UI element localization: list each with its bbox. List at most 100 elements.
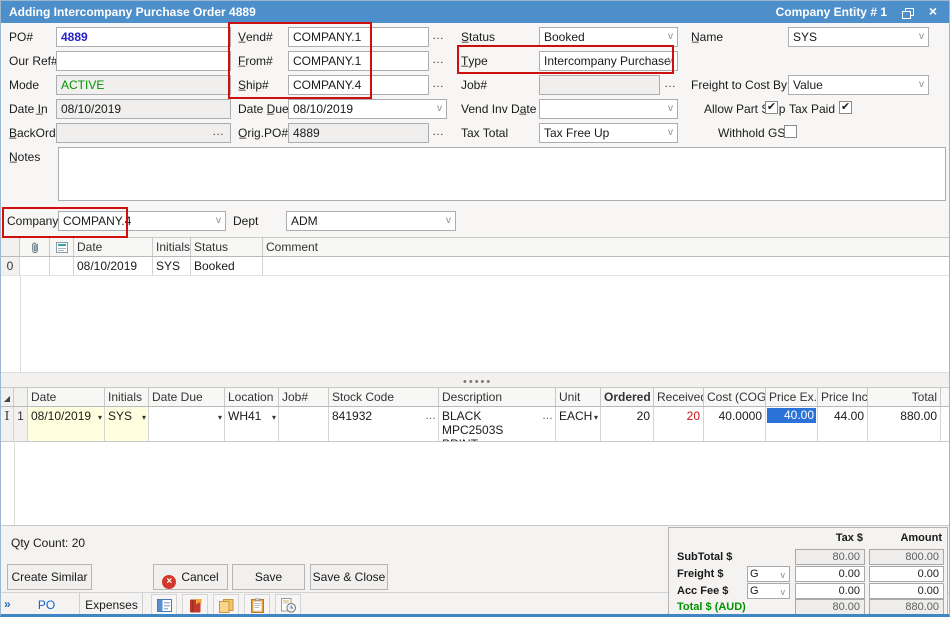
item-initials-cell[interactable]: SYS▾ bbox=[105, 407, 149, 441]
combo-arrow-icon[interactable]: ▾ bbox=[594, 411, 598, 425]
item-date-due-cell[interactable]: ▾ bbox=[149, 407, 225, 441]
combo-arrow-icon[interactable]: ▾ bbox=[98, 411, 102, 425]
ledger-button[interactable] bbox=[182, 594, 208, 616]
tax-total-dropdown[interactable]: Tax Free Up v bbox=[539, 123, 678, 143]
history-log-button[interactable] bbox=[275, 594, 301, 616]
item-total-cell[interactable]: 880.00 bbox=[868, 407, 941, 441]
save-close-button[interactable]: Save & Close bbox=[310, 564, 388, 590]
chevron-down-icon[interactable]: v bbox=[781, 585, 786, 599]
from-lookup-button[interactable]: … bbox=[429, 51, 447, 71]
item-description-cell[interactable]: BLACK MPC2503S PRINT CARTRIDGE… bbox=[439, 407, 556, 441]
status-grid-header-initials[interactable]: Initials bbox=[153, 238, 191, 256]
chevron-down-icon[interactable]: v bbox=[668, 102, 673, 116]
status-grid-row[interactable]: 0 08/10/2019 SYS Booked bbox=[1, 257, 949, 276]
item-received-cell[interactable]: 20 bbox=[654, 407, 704, 441]
combo-arrow-icon[interactable]: ▾ bbox=[272, 411, 276, 425]
status-row-comment[interactable] bbox=[263, 257, 949, 275]
our-ref-field[interactable] bbox=[56, 51, 231, 71]
items-header-received[interactable]: Received bbox=[654, 388, 704, 406]
items-grid-row[interactable]: I 1 08/10/2019▾ SYS▾ ▾ WH41▾ 841932… BLA… bbox=[1, 407, 949, 442]
selected-cell-value[interactable]: 40.00 bbox=[767, 408, 816, 423]
attachment-column-header[interactable] bbox=[20, 238, 50, 256]
job-lookup-button[interactable]: … bbox=[661, 75, 679, 95]
items-header-total[interactable]: Total bbox=[868, 388, 941, 406]
acc-fee-tax-field[interactable]: 0.00 bbox=[795, 583, 865, 599]
freight-cost-by-dropdown[interactable]: Value v bbox=[788, 75, 929, 95]
item-location-cell[interactable]: WH41▾ bbox=[225, 407, 279, 441]
notes-field[interactable] bbox=[58, 147, 946, 201]
chevron-down-icon[interactable]: v bbox=[446, 214, 451, 228]
items-header-cost[interactable]: Cost (COG) bbox=[704, 388, 766, 406]
status-row-date[interactable]: 08/10/2019 bbox=[74, 257, 153, 275]
item-price-ex-cell[interactable]: 40.00 bbox=[766, 407, 818, 441]
tab-po[interactable]: PO bbox=[14, 593, 80, 617]
clipboard-button[interactable] bbox=[244, 594, 270, 616]
status-dropdown[interactable]: Booked v bbox=[539, 27, 678, 47]
status-row-status[interactable]: Booked bbox=[191, 257, 263, 275]
freight-tax-field[interactable]: 0.00 bbox=[795, 566, 865, 582]
date-due-dropdown[interactable]: 08/10/2019 v bbox=[288, 99, 447, 119]
vend-field[interactable]: COMPANY.1 bbox=[288, 27, 429, 47]
name-dropdown[interactable]: SYS v bbox=[788, 27, 929, 47]
close-icon[interactable]: × bbox=[929, 3, 937, 19]
lookup-ellipsis-icon[interactable]: … bbox=[542, 409, 553, 423]
combo-arrow-icon[interactable]: ▾ bbox=[218, 411, 222, 425]
report-view-button[interactable] bbox=[151, 594, 177, 616]
from-field[interactable]: COMPANY.1 bbox=[288, 51, 429, 71]
chevron-down-icon[interactable]: v bbox=[919, 30, 924, 44]
allow-part-ship-checkbox[interactable]: ✔ bbox=[765, 101, 778, 114]
status-grid-header-comment[interactable]: Comment bbox=[263, 238, 949, 256]
items-header-price-ex[interactable]: Price Ex. bbox=[766, 388, 818, 406]
item-cost-cell[interactable]: 40.0000 bbox=[704, 407, 766, 441]
lookup-ellipsis-icon[interactable]: … bbox=[425, 409, 436, 423]
create-similar-button[interactable]: Create Similar bbox=[7, 564, 92, 590]
restore-icon[interactable] bbox=[902, 6, 915, 20]
company-dropdown[interactable]: COMPANY.4 v bbox=[58, 211, 226, 231]
items-header-price-inc[interactable]: Price Inc. bbox=[818, 388, 868, 406]
chevron-down-icon[interactable]: v bbox=[216, 214, 221, 228]
vend-lookup-button[interactable]: … bbox=[429, 27, 447, 47]
type-dropdown[interactable]: Intercompany Purchase v bbox=[539, 51, 678, 71]
chevron-down-icon[interactable]: v bbox=[781, 568, 786, 582]
backord-lookup-button[interactable]: … bbox=[209, 123, 227, 143]
tab-expenses[interactable]: Expenses bbox=[81, 593, 143, 617]
vend-inv-date-dropdown[interactable]: v bbox=[539, 99, 678, 119]
item-date-cell[interactable]: 08/10/2019▾ bbox=[28, 407, 105, 441]
status-row-initials[interactable]: SYS bbox=[153, 257, 191, 275]
job-field[interactable] bbox=[539, 75, 660, 95]
items-header-description[interactable]: Description bbox=[439, 388, 556, 406]
items-header-date-due[interactable]: Date Due bbox=[149, 388, 225, 406]
chevrons-right-icon[interactable]: » bbox=[4, 597, 11, 611]
copy-lines-button[interactable] bbox=[213, 594, 239, 616]
status-grid-header-status[interactable]: Status bbox=[191, 238, 263, 256]
acc-fee-tax-code-dropdown[interactable]: Gv bbox=[747, 583, 790, 599]
items-header-unit[interactable]: Unit bbox=[556, 388, 601, 406]
item-stock-code-cell[interactable]: 841932… bbox=[329, 407, 439, 441]
ship-field[interactable]: COMPANY.4 bbox=[288, 75, 429, 95]
withhold-gst-checkbox[interactable] bbox=[784, 125, 797, 138]
dept-dropdown[interactable]: ADM v bbox=[286, 211, 456, 231]
backord-field[interactable] bbox=[56, 123, 231, 143]
items-header-ordered[interactable]: Ordered bbox=[601, 388, 654, 406]
save-button[interactable]: Save bbox=[232, 564, 305, 590]
items-header-initials[interactable]: Initials bbox=[105, 388, 149, 406]
item-price-inc-cell[interactable]: 44.00 bbox=[818, 407, 868, 441]
combo-arrow-icon[interactable]: ▾ bbox=[142, 411, 146, 425]
items-header-stock-code[interactable]: Stock Code bbox=[329, 388, 439, 406]
orig-po-lookup-button[interactable]: … bbox=[429, 123, 447, 143]
items-header-location[interactable]: Location bbox=[225, 388, 279, 406]
chevron-down-icon[interactable]: v bbox=[437, 102, 442, 116]
item-ordered-cell[interactable]: 20 bbox=[601, 407, 654, 441]
freight-tax-code-dropdown[interactable]: Gv bbox=[747, 566, 790, 582]
acc-fee-amount-field[interactable]: 0.00 bbox=[869, 583, 944, 599]
freight-amount-field[interactable]: 0.00 bbox=[869, 566, 944, 582]
tax-paid-checkbox[interactable]: ✔ bbox=[839, 101, 852, 114]
cancel-button[interactable]: ×Cancel bbox=[153, 564, 228, 590]
memo-column-header[interactable] bbox=[50, 238, 74, 256]
items-header-date[interactable]: Date bbox=[28, 388, 105, 406]
ship-lookup-button[interactable]: … bbox=[429, 75, 447, 95]
po-field[interactable]: 4889 bbox=[56, 27, 231, 47]
chevron-down-icon[interactable]: v bbox=[919, 78, 924, 92]
chevron-down-icon[interactable]: v bbox=[668, 54, 673, 68]
item-job-cell[interactable] bbox=[279, 407, 329, 441]
